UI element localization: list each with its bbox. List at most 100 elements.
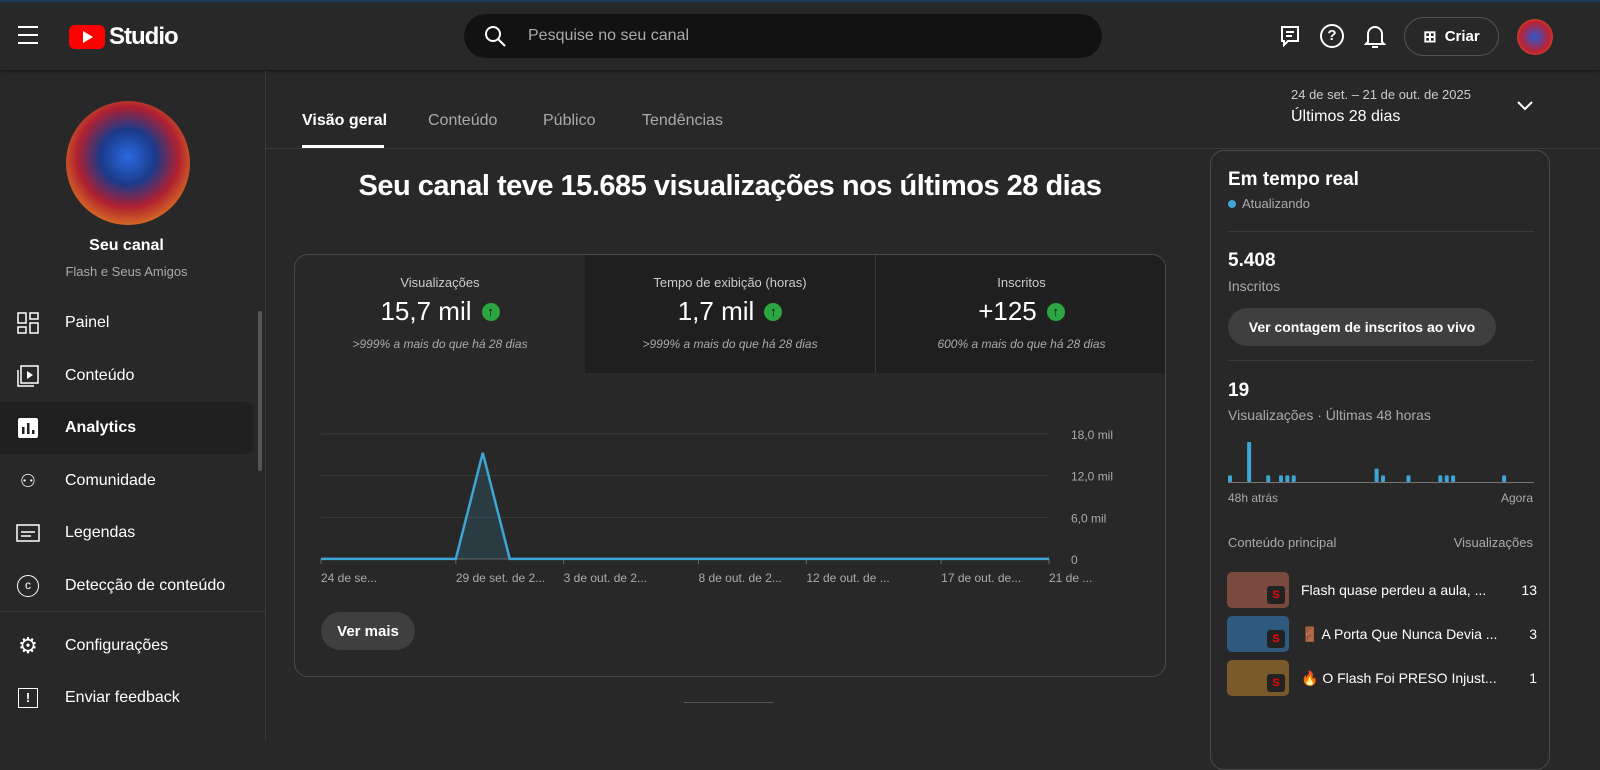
sidebar-item-label: Painel xyxy=(65,314,110,331)
sidebar-item-feedback[interactable]: ! Enviar feedback xyxy=(0,672,253,724)
views-chart[interactable]: 0 6,0 mil 12,0 mil 18,0 mil 24 de se... 29 de… xyxy=(295,373,1166,593)
shorts-icon: S xyxy=(1267,674,1285,692)
y-tick-label: 18,0 mil xyxy=(1071,428,1113,442)
realtime-panel: Em tempo real Atualizando 5.408 Inscrito… xyxy=(1210,150,1550,770)
metric-watch-time[interactable]: Tempo de exibição (horas) 1,7 mil ↑ >999% a… xyxy=(585,255,875,373)
dashboard-icon xyxy=(15,310,41,336)
channel-name: Flash e Seus Amigos xyxy=(65,264,188,279)
top-content-item[interactable]: S Flash quase perdeu a aula, ... 13 xyxy=(1227,572,1537,608)
analytics-icon xyxy=(15,415,41,441)
notifications-icon[interactable] xyxy=(1364,24,1386,48)
top-content-item[interactable]: S 🚪 A Porta Que Nunca Devia ... 3 xyxy=(1227,616,1537,652)
studio-logo[interactable]: Studio xyxy=(69,23,179,51)
y-tick-label: 6,0 mil xyxy=(1071,511,1106,525)
channel-avatar[interactable] xyxy=(66,101,190,225)
x-tick-label: 24 de se... xyxy=(321,571,377,585)
tab-overview[interactable]: Visão geral xyxy=(302,112,387,130)
hour-bar xyxy=(1438,475,1443,482)
create-video-icon: ⊞ xyxy=(1423,28,1437,46)
search-icon xyxy=(485,26,506,47)
hour-bar xyxy=(1285,475,1290,482)
sidebar-item-legendas[interactable]: Legendas xyxy=(0,507,253,559)
metric-value: +125 xyxy=(978,296,1037,326)
headline: Seu canal teve 15.685 visualizações nos … xyxy=(358,170,1103,202)
hour-bar xyxy=(1291,475,1296,482)
sidebar-item-label: Analytics xyxy=(65,419,137,436)
hour-bar xyxy=(1451,475,1456,482)
create-label: Criar xyxy=(1444,28,1480,45)
tab-audience[interactable]: Público xyxy=(543,112,595,130)
metric-label: Inscritos xyxy=(997,275,1046,290)
video-thumbnail: S xyxy=(1227,616,1289,652)
realtime-bar-chart[interactable] xyxy=(1228,436,1534,486)
tab-content[interactable]: Conteúdo xyxy=(428,112,497,130)
top-bar: Studio Pesquise no seu canal ? ⊞ Criar xyxy=(0,0,1600,70)
subscribers-count: 5.408 xyxy=(1228,250,1276,271)
date-range-label: Últimos 28 dias xyxy=(1291,108,1401,125)
hour-bar xyxy=(1266,475,1271,482)
metric-views[interactable]: Visualizações 15,7 mil ↑ >999% a mais do qu… xyxy=(295,255,585,373)
tabs-divider xyxy=(266,148,1600,149)
youtube-logo-icon xyxy=(69,25,105,49)
hour-bar xyxy=(1228,475,1232,482)
sidebar-item-conteudo[interactable]: Conteúdo xyxy=(0,350,253,402)
help-icon[interactable]: ? xyxy=(1320,24,1344,48)
video-title: 🚪 A Porta Que Nunca Devia ... xyxy=(1301,625,1498,642)
sidebar-item-label: Legendas xyxy=(65,524,136,541)
sidebar-item-deteccao[interactable]: c Detecção de conteúdo xyxy=(0,560,253,612)
account-avatar[interactable] xyxy=(1517,19,1553,55)
see-more-button[interactable]: Ver mais xyxy=(321,612,415,650)
create-button[interactable]: ⊞ Criar xyxy=(1404,17,1499,56)
top-content-item[interactable]: S 🔥 O Flash Foi PRESO Injust... 1 xyxy=(1227,660,1537,696)
tab-indicator xyxy=(302,145,384,148)
x-tick-label: 17 de out. de... xyxy=(941,571,1021,585)
search-input[interactable]: Pesquise no seu canal xyxy=(464,14,1102,58)
tab-trends[interactable]: Tendências xyxy=(642,112,723,130)
sidebar-item-label: Conteúdo xyxy=(65,367,135,384)
date-range-picker[interactable]: 24 de set. – 21 de out. de 2025 Últimos … xyxy=(1291,87,1541,131)
messages-icon[interactable] xyxy=(1279,25,1301,47)
video-thumbnail: S xyxy=(1227,572,1289,608)
sidebar-item-painel[interactable]: Painel xyxy=(0,297,253,349)
video-title: 🔥 O Flash Foi PRESO Injust... xyxy=(1301,669,1497,686)
arrow-up-icon: ↑ xyxy=(1046,302,1065,321)
sidebar-item-configuracoes[interactable]: ⚙ Configurações xyxy=(0,620,253,672)
realtime-views-count: 19 xyxy=(1228,380,1250,401)
sidebar-item-comunidade[interactable]: ⚇ Comunidade xyxy=(0,455,253,507)
realtime-views-label: Visualizações · Últimas 48 horas xyxy=(1228,407,1431,423)
copyright-icon: c xyxy=(15,573,41,599)
x-tick-label: 21 de ... xyxy=(1049,571,1092,585)
arrow-up-icon: ↑ xyxy=(481,302,500,321)
menu-icon[interactable] xyxy=(18,26,38,44)
subscribers-label: Inscritos xyxy=(1228,278,1281,294)
hour-bar xyxy=(1279,475,1283,482)
live-subscriber-count-button[interactable]: Ver contagem de inscritos ao vivo xyxy=(1228,308,1496,346)
shorts-icon: S xyxy=(1267,586,1285,604)
sidebar-item-analytics[interactable]: Analytics xyxy=(0,402,253,454)
metric-compare: >999% a mais do que há 28 dias xyxy=(642,337,818,351)
divider xyxy=(684,702,774,703)
divider xyxy=(0,611,266,612)
subtitles-icon xyxy=(15,520,41,546)
sidebar-item-label: Comunidade xyxy=(65,472,156,489)
metric-subscribers[interactable]: Inscritos +125 ↑ 600% a mais do que há 28 d… xyxy=(875,255,1165,373)
shorts-icon: S xyxy=(1267,630,1285,648)
x-tick-label: 29 de set. de 2... xyxy=(456,571,545,585)
feedback-icon: ! xyxy=(15,685,41,711)
spark-end-label: Agora xyxy=(1500,491,1533,505)
sidebar-scrollbar[interactable] xyxy=(258,311,262,471)
live-dot-icon xyxy=(1228,199,1236,208)
logo-text: Studio xyxy=(109,23,179,50)
sidebar-item-label: Enviar feedback xyxy=(65,689,180,706)
arrow-up-icon: ↑ xyxy=(764,302,783,321)
date-range-text: 24 de set. – 21 de out. de 2025 xyxy=(1291,87,1471,102)
hour-bar xyxy=(1247,442,1252,482)
top-views-header: Visualizações xyxy=(1453,535,1533,550)
spark-start-label: 48h atrás xyxy=(1228,491,1279,505)
x-tick-label: 3 de out. de 2... xyxy=(564,571,647,585)
channel-title: Seu canal xyxy=(89,237,164,254)
chevron-down-icon xyxy=(1517,101,1533,111)
sidebar-item-label: Detecção de conteúdo xyxy=(65,577,226,594)
y-tick-label: 0 xyxy=(1071,553,1078,567)
video-title: Flash quase perdeu a aula, ... xyxy=(1301,582,1487,598)
